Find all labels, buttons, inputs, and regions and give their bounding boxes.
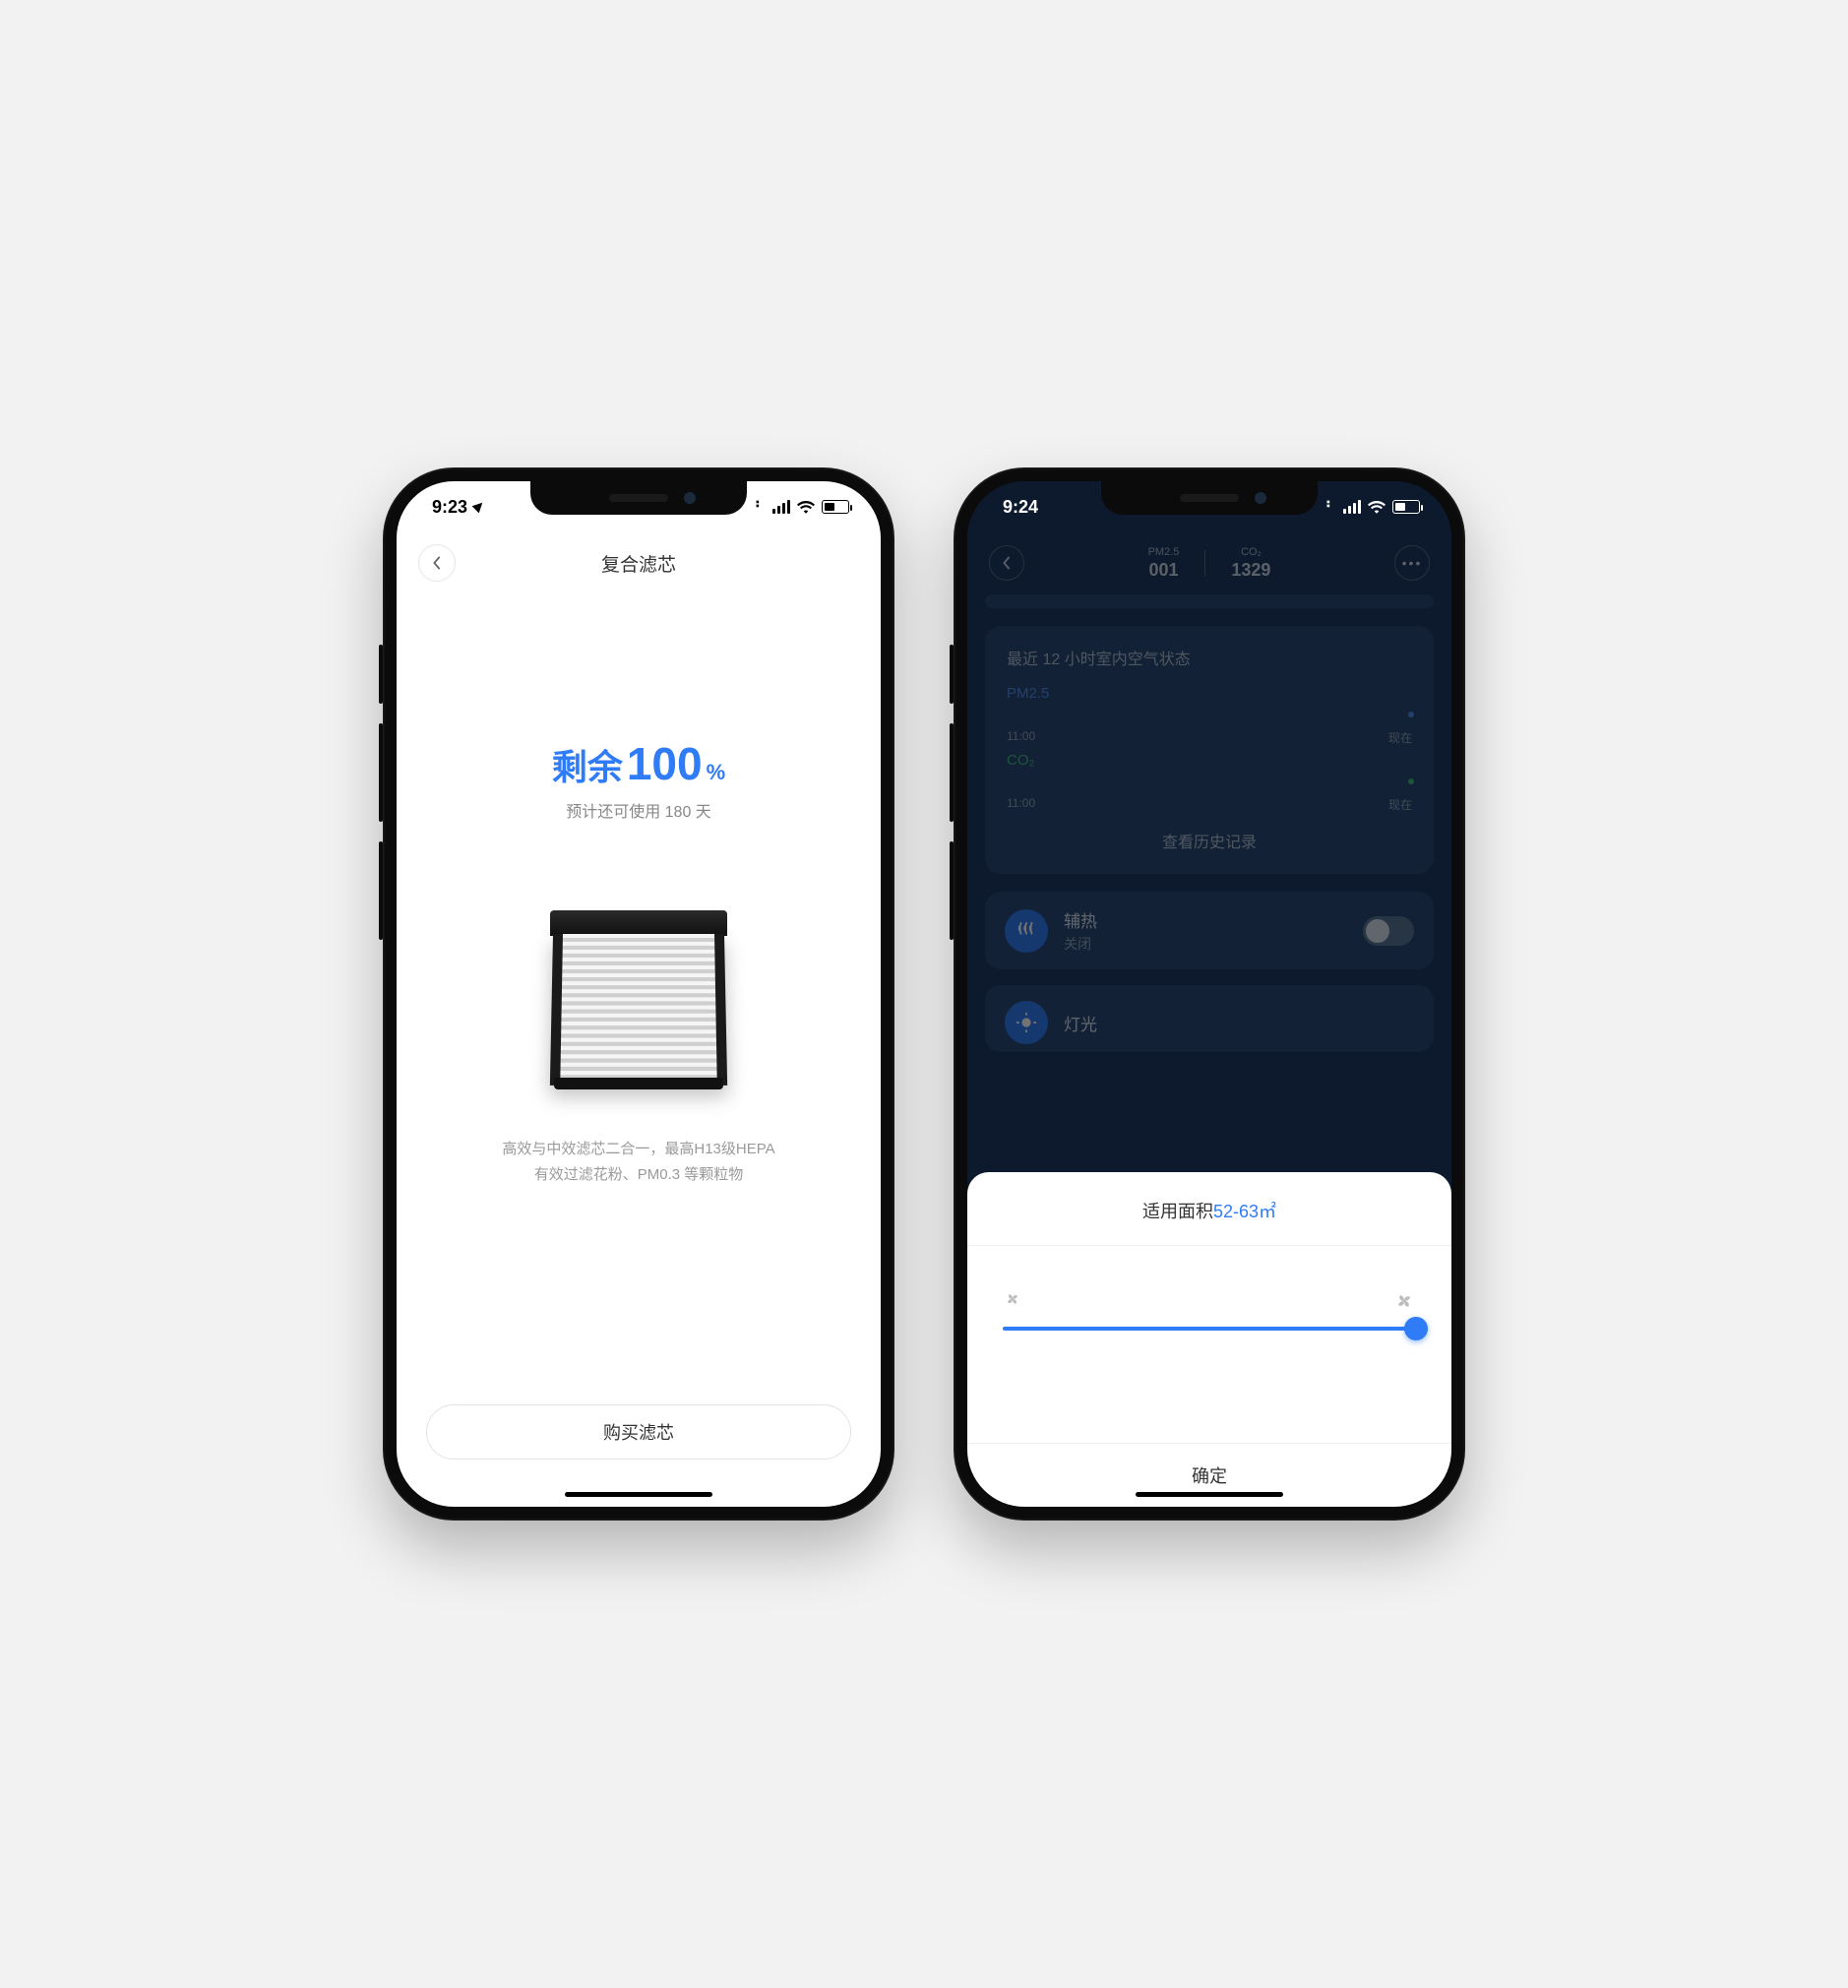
filter-desc-line2: 有效过滤花粉、PM0.3 等颗粒物 (426, 1162, 851, 1188)
page-title: 复合滤芯 (601, 550, 676, 577)
filter-remaining: 剩余 100 % 预计还可使用 180 天 (426, 737, 851, 822)
back-button[interactable] (418, 544, 456, 582)
sheet-title: 适用面积52-63㎡ (967, 1198, 1451, 1223)
battery-icon (822, 500, 849, 514)
fan-small-icon (1003, 1289, 1022, 1313)
slider-thumb[interactable] (1404, 1317, 1428, 1340)
fan-large-icon (1392, 1289, 1416, 1313)
signal-icon (772, 500, 790, 514)
slider-track[interactable] (1003, 1327, 1416, 1331)
area-slider[interactable] (967, 1246, 1451, 1443)
remaining-label: 剩余 (552, 739, 623, 790)
sheet-title-prefix: 适用面积 (1142, 1202, 1213, 1221)
location-icon (472, 499, 486, 513)
notch (530, 481, 747, 515)
signal-dual-icon: ⠃ (755, 500, 765, 514)
filter-description: 高效与中效滤芯二合一，最高H13级HEPA 有效过滤花粉、PM0.3 等颗粒物 (426, 1137, 851, 1187)
phone-right: 9:24 ⠃ PM2.5 (954, 467, 1465, 1521)
buy-filter-label: 购买滤芯 (603, 1419, 674, 1445)
wifi-icon (797, 500, 815, 514)
buy-filter-button[interactable]: 购买滤芯 (426, 1404, 851, 1460)
page-header: 复合滤芯 (397, 538, 881, 588)
wifi-icon (1368, 500, 1386, 514)
home-indicator[interactable] (565, 1492, 712, 1497)
confirm-button[interactable]: 确定 (967, 1444, 1451, 1507)
filter-illustration (545, 910, 732, 1097)
screen-left: 9:23 ⠃ 复合滤芯 (397, 481, 881, 1507)
confirm-label: 确定 (1192, 1462, 1227, 1488)
status-time: 9:23 (432, 497, 467, 518)
notch (1101, 481, 1318, 515)
screen-right: 9:24 ⠃ PM2.5 (967, 481, 1451, 1507)
filter-desc-line1: 高效与中效滤芯二合一，最高H13级HEPA (426, 1137, 851, 1162)
remaining-value: 100 (627, 737, 703, 790)
status-time: 9:24 (1003, 497, 1038, 518)
area-bottom-sheet: 适用面积52-63㎡ (967, 1172, 1451, 1507)
sheet-title-value: 52-63㎡ (1213, 1202, 1276, 1221)
home-indicator[interactable] (1136, 1492, 1283, 1497)
signal-dual-icon: ⠃ (1325, 500, 1335, 514)
battery-icon (1392, 500, 1420, 514)
remaining-subtitle: 预计还可使用 180 天 (426, 798, 851, 822)
signal-icon (1343, 500, 1361, 514)
phone-left: 9:23 ⠃ 复合滤芯 (383, 467, 894, 1521)
remaining-percent: % (707, 760, 726, 785)
